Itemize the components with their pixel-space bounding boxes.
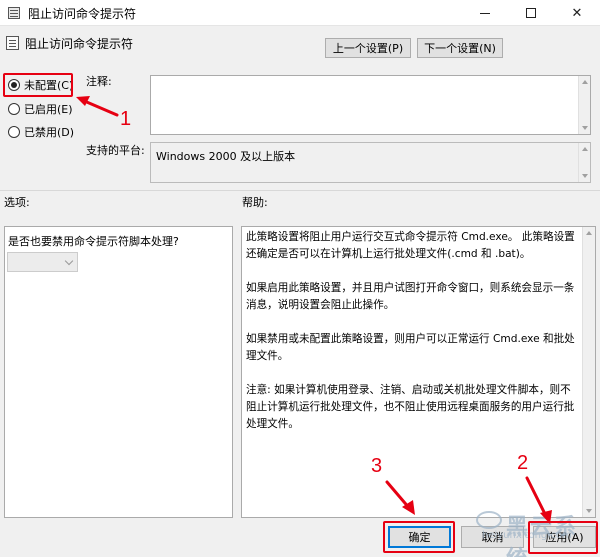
comment-scrollbar[interactable] — [578, 76, 590, 134]
scroll-up-icon[interactable] — [582, 147, 588, 151]
annotation-box-apply — [528, 521, 598, 554]
close-icon: ✕ — [571, 5, 583, 21]
radio-label: 已禁用(D) — [24, 126, 75, 139]
minimize-icon — [480, 12, 490, 14]
scroll-up-icon[interactable] — [582, 80, 588, 84]
help-paragraph: 如果禁用或未配置此策略设置，则用户可以正常运行 Cmd.exe 和批处理文件。 — [246, 333, 575, 362]
comment-textarea[interactable] — [150, 75, 591, 135]
next-setting-button[interactable]: 下一个设置(N) — [417, 38, 503, 58]
platform-label: 支持的平台: — [86, 144, 145, 157]
radio-button[interactable] — [8, 103, 20, 115]
help-paragraph: 此策略设置将阻止用户运行交互式命令提示符 Cmd.exe。 此策略设置还确定是否… — [246, 231, 575, 260]
window-title: 阻止访问命令提示符 — [28, 7, 137, 21]
policy-title: 阻止访问命令提示符 — [25, 36, 134, 51]
script-processing-select — [7, 252, 78, 272]
help-scrollbar[interactable] — [582, 227, 595, 517]
help-paragraph: 注意: 如果计算机使用登录、注销、启动或关机批处理文件脚本，则不阻止计算机运行批… — [246, 384, 575, 430]
comment-label: 注释: — [86, 75, 112, 88]
annotation-arrow-1 — [80, 98, 119, 117]
options-question: 是否也要禁用命令提示符脚本处理? — [8, 235, 179, 248]
previous-setting-button[interactable]: 上一个设置(P) — [325, 38, 411, 58]
scroll-up-icon[interactable] — [586, 231, 592, 235]
chevron-down-icon — [64, 256, 74, 266]
options-label: 选项: — [4, 196, 30, 209]
annotation-number-2: 2 — [517, 452, 529, 474]
watermark-logo-icon — [476, 511, 502, 529]
scroll-down-icon[interactable] — [582, 174, 588, 178]
annotation-arrowhead-1 — [76, 96, 90, 106]
annotation-number-1: 1 — [120, 108, 132, 130]
radio-enabled[interactable]: 已启用(E) — [8, 101, 73, 117]
annotation-number-3: 3 — [371, 455, 383, 477]
scroll-down-icon[interactable] — [582, 126, 588, 130]
policy-header: 阻止访问命令提示符 — [6, 34, 133, 52]
radio-label: 已启用(E) — [24, 103, 73, 116]
radio-disabled[interactable]: 已禁用(D) — [8, 124, 74, 140]
maximize-button[interactable] — [508, 0, 554, 26]
maximize-icon — [526, 8, 536, 18]
platform-value: Windows 2000 及以上版本 — [156, 150, 296, 163]
platform-field: Windows 2000 及以上版本 — [150, 142, 591, 183]
annotation-box-radio — [3, 73, 73, 97]
section-divider — [0, 190, 600, 191]
minimize-button[interactable] — [462, 0, 508, 26]
radio-button[interactable] — [8, 126, 20, 138]
help-panel: 此策略设置将阻止用户运行交互式命令提示符 Cmd.exe。 此策略设置还确定是否… — [241, 226, 596, 518]
policy-setting-icon — [6, 36, 19, 50]
platform-scrollbar[interactable] — [578, 143, 590, 182]
close-button[interactable]: ✕ — [554, 0, 600, 26]
help-paragraph: 如果启用此策略设置，并且用户试图打开命令窗口，则系统会显示一条消息，说明设置会阻… — [246, 282, 575, 311]
help-label: 帮助: — [242, 196, 268, 209]
title-bar: 阻止访问命令提示符 ✕ — [0, 0, 600, 26]
options-panel: 是否也要禁用命令提示符脚本处理? — [4, 226, 233, 518]
policy-icon — [8, 7, 20, 19]
help-text: 此策略设置将阻止用户运行交互式命令提示符 Cmd.exe。 此策略设置还确定是否… — [246, 229, 580, 450]
annotation-box-ok — [383, 521, 455, 553]
